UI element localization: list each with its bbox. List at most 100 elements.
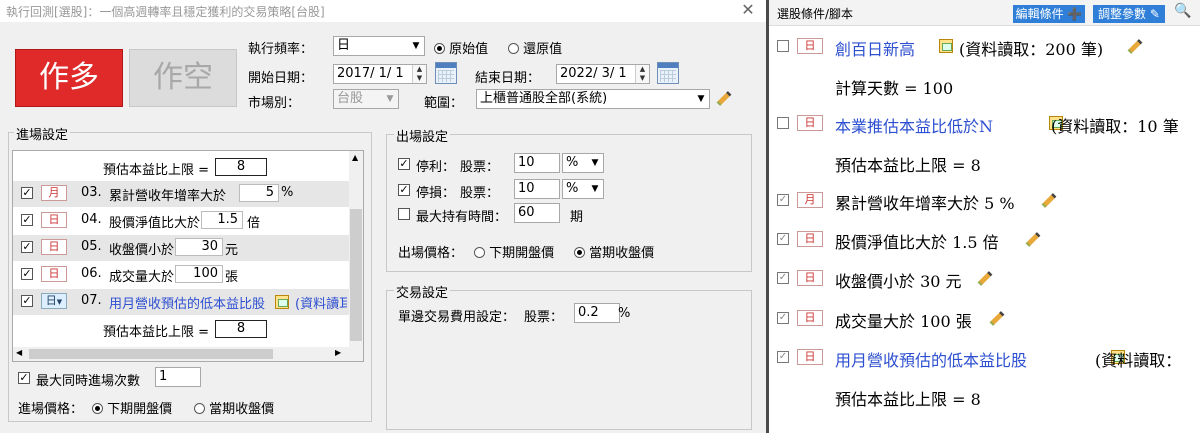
- row-param-input[interactable]: 100: [175, 265, 223, 283]
- row-param-input[interactable]: 30: [175, 238, 223, 256]
- row-checkbox[interactable]: ✓: [777, 194, 789, 206]
- row-checkbox[interactable]: ✓: [21, 295, 33, 307]
- row-checkbox[interactable]: ✓: [777, 233, 789, 245]
- pencil-icon[interactable]: [1025, 232, 1041, 247]
- condition-link[interactable]: 創百日新高: [835, 36, 915, 60]
- scroll-right-icon[interactable]: ▶: [335, 348, 341, 357]
- long-button[interactable]: 作多: [15, 49, 123, 107]
- adjust-params-button[interactable]: 調整參數 ✎: [1093, 5, 1165, 23]
- market-label: 市場別：: [248, 96, 301, 111]
- adjust-params-label: 調整參數: [1098, 7, 1147, 21]
- max-hold-input[interactable]: 60: [514, 203, 560, 223]
- exit-price-cur-close[interactable]: 當期收盤價: [574, 242, 654, 261]
- row-text: 累計營收年增率大於: [109, 189, 227, 204]
- condition-link[interactable]: 本業推估本益比低於N: [835, 113, 993, 137]
- radio-label: 下期開盤價: [107, 402, 173, 417]
- entry-price-next-open[interactable]: 下期開盤價: [92, 398, 172, 417]
- row-param-input[interactable]: 5: [239, 184, 279, 202]
- take-profit-label: 停利：: [416, 160, 456, 175]
- condition-link[interactable]: 用月營收預估的低本益比股: [835, 347, 1027, 371]
- condition-sub: 預估本益比上限 = 8: [835, 390, 981, 409]
- calendar-icon[interactable]: [657, 62, 679, 84]
- radio-original-label: 原始值: [449, 42, 489, 57]
- backtest-window: 執行回測[選股]：一個高週轉率且穩定獲利的交易策略[台股] ✕ 作多 作空 執行…: [0, 0, 766, 433]
- row-checkbox[interactable]: ✓: [777, 272, 789, 284]
- sub-param-value: 8: [215, 320, 267, 338]
- radio-restore[interactable]: 還原值: [508, 38, 562, 57]
- max-entries-label: 最大同時進場次數: [36, 374, 141, 389]
- chevron-down-icon: ▼: [697, 94, 705, 104]
- radio-label: 當期收盤價: [589, 246, 655, 261]
- scroll-thumb[interactable]: [29, 349, 273, 359]
- unit-value: %: [566, 181, 579, 196]
- row-link-text[interactable]: 用月營收預估的低本益比股: [109, 293, 265, 312]
- stop-loss-unit-select[interactable]: % ▼: [562, 179, 604, 199]
- entry-price-cur-close[interactable]: 當期收盤價: [194, 398, 274, 417]
- row-checkbox[interactable]: ✓: [21, 268, 33, 280]
- table-row[interactable]: ✓ 日▼ 07. 用月營收預估的低本益比股 (資料讀耳: [13, 289, 349, 315]
- row-checkbox[interactable]: ✓: [21, 187, 33, 199]
- spinner-icon[interactable]: ▲ ▼: [635, 65, 649, 83]
- take-profit-unit-select[interactable]: % ▼: [562, 153, 604, 173]
- scope-select[interactable]: 上櫃普通股全部(系統) ▼: [476, 89, 710, 109]
- chevron-down-icon: ▼: [412, 41, 420, 51]
- take-profit-checkbox[interactable]: ✓: [398, 158, 410, 170]
- freq-badge[interactable]: 日▼: [41, 293, 67, 309]
- start-date-value: 2017/ 1/ 1: [337, 66, 404, 81]
- stop-loss-input[interactable]: 10: [514, 179, 560, 199]
- short-button[interactable]: 作空: [129, 49, 237, 107]
- pencil-icon[interactable]: [977, 271, 993, 286]
- table-row[interactable]: ✓ 日 04. 股價淨值比大於 1.5 倍: [13, 208, 349, 234]
- row-number: 04.: [81, 212, 102, 227]
- freq-select[interactable]: 日 ▼: [333, 36, 425, 56]
- row-checkbox[interactable]: ✓: [21, 214, 33, 226]
- row-text: 收盤價小於: [109, 243, 175, 258]
- calendar-icon[interactable]: [435, 62, 457, 84]
- stop-loss-checkbox[interactable]: ✓: [398, 184, 410, 196]
- row-checkbox[interactable]: [777, 117, 789, 129]
- row-checkbox[interactable]: ✓: [777, 312, 789, 324]
- horizontal-scrollbar[interactable]: ◀ ▶: [13, 347, 363, 361]
- pencil-icon[interactable]: [716, 91, 732, 106]
- entry-condition-list[interactable]: 預估本益比上限 = 8 ✓ 月 03. 累計營收年增率大於 5 % ✓ 日 04…: [12, 150, 364, 362]
- max-entries-checkbox[interactable]: ✓: [18, 372, 30, 384]
- scroll-left-icon[interactable]: ◀: [16, 348, 22, 357]
- spinner-icon[interactable]: ▲ ▼: [412, 65, 426, 83]
- edit-conditions-button[interactable]: 編輯條件 ➕: [1013, 5, 1085, 23]
- row-param-input[interactable]: 1.5: [201, 211, 243, 229]
- condition-text: 成交量大於 100 張: [835, 312, 972, 331]
- row-checkbox[interactable]: [777, 40, 789, 52]
- condition-extra: (資料讀取：200 筆): [959, 40, 1104, 59]
- max-hold-checkbox[interactable]: [398, 208, 410, 220]
- table-row[interactable]: ✓ 月 03. 累計營收年增率大於 5 %: [13, 181, 349, 207]
- pencil-icon[interactable]: [989, 311, 1005, 326]
- radio-original[interactable]: 原始值: [434, 38, 488, 57]
- scroll-up-icon[interactable]: ▲: [352, 153, 358, 162]
- table-row[interactable]: ✓ 日 05. 收盤價小於 30 元: [13, 235, 349, 261]
- row-checkbox[interactable]: ✓: [21, 241, 33, 253]
- vertical-scrollbar[interactable]: ▲: [349, 151, 363, 347]
- fee-input[interactable]: 0.2: [574, 303, 620, 323]
- image-icon[interactable]: [939, 39, 953, 53]
- radio-dot: [474, 247, 485, 258]
- close-button[interactable]: ✕: [739, 0, 757, 20]
- take-profit-input[interactable]: 10: [514, 153, 560, 173]
- max-entries-input[interactable]: 1: [155, 367, 201, 387]
- fee-stock-label: 股票：: [524, 310, 564, 325]
- row-checkbox[interactable]: ✓: [777, 351, 789, 363]
- pencil-icon[interactable]: [1041, 193, 1057, 208]
- table-row[interactable]: ✓ 日 06. 成交量大於 100 張: [13, 262, 349, 288]
- freq-badge: 月: [797, 192, 823, 208]
- freq-badge: 日: [797, 115, 823, 131]
- market-value: 台股: [337, 91, 364, 106]
- scroll-thumb[interactable]: [350, 209, 362, 341]
- start-date-input[interactable]: 2017/ 1/ 1 ▲ ▼: [333, 64, 427, 84]
- end-date-input[interactable]: 2022/ 3/ 1 ▲ ▼: [556, 64, 650, 84]
- freq-badge: 日: [797, 270, 823, 286]
- exit-price-next-open[interactable]: 下期開盤價: [474, 242, 554, 261]
- market-select[interactable]: 台股 ▼: [333, 89, 399, 109]
- image-icon[interactable]: [275, 295, 289, 309]
- radio-original-dot: [434, 43, 445, 54]
- zoom-icon[interactable]: 🔍: [1173, 3, 1193, 23]
- pencil-icon[interactable]: [1127, 39, 1143, 54]
